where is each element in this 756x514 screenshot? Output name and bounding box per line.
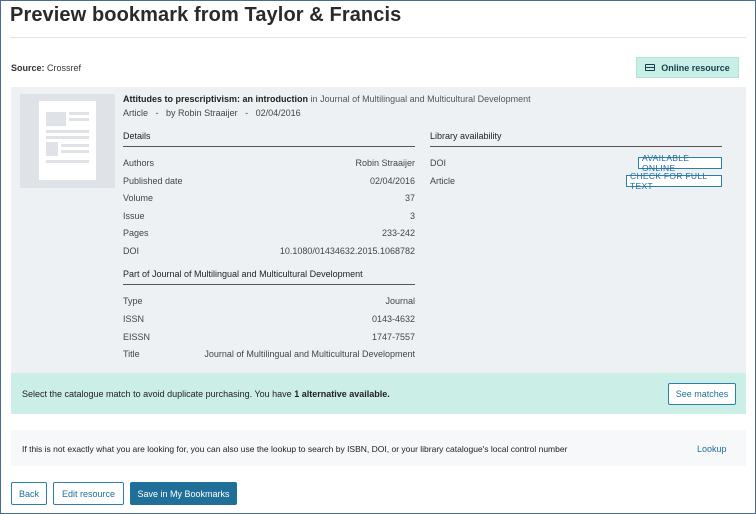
availability-label-article: Article <box>430 176 456 186</box>
journal-prefix: in <box>310 94 318 104</box>
journal-label: Title <box>123 349 140 359</box>
journal-row-title: Title Journal of Multilingual and Multic… <box>123 349 415 359</box>
match-message-text: Select the catalogue match to avoid dupl… <box>22 389 292 399</box>
part-of-heading: Part of Journal of Multilingual and Mult… <box>123 269 415 285</box>
detail-value: Robin Straaijer <box>355 158 415 168</box>
lookup-hint: If this is not exactly what you are look… <box>22 444 568 454</box>
reference-meta: Article - by Robin Straaijer - 02/04/201… <box>123 108 301 118</box>
detail-row-volume: Volume 37 <box>123 193 415 203</box>
lookup-link[interactable]: Lookup <box>697 444 727 454</box>
source-line: Source: Crossref <box>11 63 81 73</box>
journal-label: ISSN <box>123 314 145 324</box>
detail-label: Pages <box>123 228 149 238</box>
document-icon <box>39 101 96 180</box>
title-divider <box>10 37 746 38</box>
back-button[interactable]: Back <box>11 482 47 505</box>
match-message: Select the catalogue match to avoid dupl… <box>22 389 390 399</box>
journal-label: EISSN <box>123 332 151 342</box>
page-title: Preview bookmark from Taylor & Francis <box>10 4 402 26</box>
journal-value: Journal <box>385 296 415 306</box>
journal-value: 1747-7557 <box>371 332 415 342</box>
detail-value: 233-242 <box>381 228 415 238</box>
journal-row-type: Type Journal <box>123 296 415 306</box>
online-resource-button[interactable]: Online resource <box>636 57 739 78</box>
reference-type: Article <box>123 108 149 118</box>
availability-label-doi: DOI <box>430 158 447 168</box>
detail-value: 3 <box>409 211 415 221</box>
detail-value: 10.1080/01434632.2015.1068782 <box>279 246 415 256</box>
lookup-section: If this is not exactly what you are look… <box>11 430 746 466</box>
detail-row-pages: Pages 233-242 <box>123 228 415 238</box>
detail-label: Authors <box>123 158 155 168</box>
detail-label: Issue <box>123 211 145 221</box>
online-resource-label: Online resource <box>661 62 730 73</box>
credit-card-icon <box>645 64 656 71</box>
meta-separator: - <box>155 108 159 118</box>
detail-row-authors: Authors Robin Straaijer <box>123 158 415 168</box>
available-online-button[interactable]: AVAILABLE ONLINE <box>638 153 722 173</box>
journal-label: Type <box>123 296 143 306</box>
match-count: 1 alternative available. <box>294 389 390 399</box>
detail-row-issue: Issue 3 <box>123 211 415 221</box>
details-heading: Details <box>123 131 415 147</box>
journal-row-issn: ISSN 0143-4632 <box>123 314 415 324</box>
detail-label: Volume <box>123 193 154 203</box>
detail-value: 37 <box>404 193 415 203</box>
reference-date: 02/04/2016 <box>255 108 301 118</box>
bookmark-preview-panel: Attitudes to prescriptivism: an introduc… <box>11 87 746 373</box>
journal-name: Journal of Multilingual and Multicultura… <box>320 94 531 104</box>
check-full-text-button[interactable]: CHECK FOR FULL TEXT <box>626 171 722 191</box>
detail-row-published-date: Published date 02/04/2016 <box>123 176 415 186</box>
reference-author: by Robin Straaijer <box>166 108 238 118</box>
journal-value: Journal of Multilingual and Multicultura… <box>204 349 415 359</box>
reference-title-line: Attitudes to prescriptivism: an introduc… <box>123 94 531 104</box>
catalogue-match-banner: Select the catalogue match to avoid dupl… <box>11 373 746 414</box>
source-label: Source: <box>11 63 45 73</box>
detail-label: DOI <box>123 246 140 256</box>
detail-value: 02/04/2016 <box>369 176 415 186</box>
reference-title: Attitudes to prescriptivism: an introduc… <box>123 94 309 104</box>
edit-resource-button[interactable]: Edit resource <box>53 482 124 505</box>
journal-row-eissn: EISSN 1747-7557 <box>123 332 415 342</box>
detail-row-doi: DOI 10.1080/01434632.2015.1068782 <box>123 246 415 256</box>
document-thumbnail <box>20 94 115 188</box>
journal-value: 0143-4632 <box>371 314 415 324</box>
source-value: Crossref <box>47 63 82 73</box>
save-bookmark-button[interactable]: Save in My Bookmarks <box>130 482 237 505</box>
library-availability-heading: Library availability <box>430 131 722 147</box>
detail-label: Published date <box>123 176 183 186</box>
see-matches-button[interactable]: See matches <box>668 383 736 405</box>
meta-separator: - <box>245 108 249 118</box>
